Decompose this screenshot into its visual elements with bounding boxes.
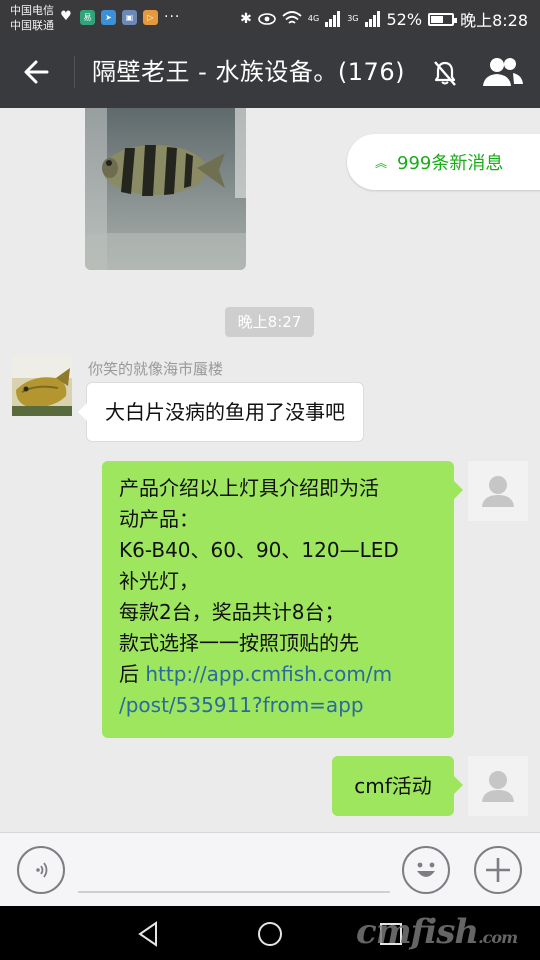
nav-home-button[interactable] [255, 919, 285, 949]
my-avatar[interactable] [468, 461, 528, 521]
message-line: 每款2台，奖品共计8台； [119, 600, 345, 624]
message-line: 款式选择一一按照顶贴的先 [119, 631, 359, 655]
notification-icons: ♥ 易 ➤ ▣ ▷ ··· [58, 9, 180, 25]
app-notification-icon-2: ▣ [122, 9, 137, 25]
more-actions-button[interactable] [474, 846, 522, 894]
network-type-3g: 3G [347, 14, 359, 23]
voice-icon [36, 862, 48, 878]
more-notifications-icon: ··· [164, 9, 181, 25]
default-avatar-icon [482, 476, 514, 507]
message-timestamp: 晚上8:27 [225, 307, 314, 337]
app-notification-icon: 易 [80, 9, 95, 25]
eye-icon [258, 13, 276, 25]
voice-input-button[interactable] [17, 846, 65, 894]
plus-icon [486, 858, 510, 882]
new-messages-label: 999条新消息 [397, 153, 504, 174]
message-link-line: 后 http://app.cmfish.com/m [119, 659, 440, 690]
carrier-info: 中国电信 中国联通 [10, 3, 54, 33]
message-text: 后 [119, 662, 146, 686]
carrier-2: 中国联通 [10, 19, 54, 32]
message-input[interactable] [78, 891, 390, 893]
group-members-icon [483, 58, 523, 86]
incoming-message-bubble[interactable]: 大白片没病的鱼用了没事吧 [78, 382, 364, 442]
outgoing-message-bubble[interactable]: 产品介绍以上灯具介绍即为活 动产品： K6-B40、60、90、120—LED … [102, 461, 463, 738]
health-icon: ♥ [60, 9, 72, 24]
chat-header: 隔壁老王 - 水族设备。(176) [0, 36, 540, 108]
video-app-icon: ▷ [143, 9, 158, 25]
carrier-1: 中国电信 [10, 4, 54, 17]
bluetooth-icon: ✱ [240, 11, 252, 27]
wifi-icon [282, 11, 302, 24]
message-line: 补光灯， [119, 569, 199, 593]
nav-back-button[interactable] [134, 919, 164, 949]
watermark-suffix: .com [478, 928, 518, 947]
fish-image-message[interactable] [85, 108, 246, 270]
nav-home-icon [258, 922, 282, 946]
post-link[interactable]: http://app.cmfish.com/m [145, 662, 392, 686]
sender-avatar[interactable] [12, 356, 72, 416]
watermark: cmfish.com [356, 912, 518, 952]
chat-title: 隔壁老王 - 水族设备。(176) [92, 58, 405, 86]
system-nav-bar: cmfish.com [0, 906, 540, 960]
message-list[interactable]: ︽ 999条新消息 晚上8:27 你笑的就像海市蜃楼 大白片没病的鱼用了没事吧 … [0, 108, 540, 832]
input-bar [0, 832, 540, 906]
new-messages-button[interactable]: ︽ 999条新消息 [347, 134, 540, 190]
back-arrow-icon [24, 60, 49, 84]
emoji-button[interactable] [402, 846, 450, 894]
system-status: ✱ 4G 3G 52% 晚上8:28 [240, 7, 528, 31]
message-line: K6-B40、60、90、120—LED [119, 538, 399, 562]
status-bar: 中国电信 中国联通 ♥ 易 ➤ ▣ ▷ ··· ✱ 4G 3G 52% 晚上8:… [0, 0, 540, 36]
group-info-button[interactable] [480, 54, 526, 90]
double-chevron-up-icon: ︽ [375, 155, 388, 170]
battery-icon [428, 12, 458, 26]
telegram-icon: ➤ [101, 9, 116, 25]
back-button[interactable] [18, 54, 54, 90]
message-line: 动产品： [119, 507, 199, 531]
clock: 晚上8:28 [460, 11, 528, 30]
battery-level [431, 15, 443, 23]
signal-icon-2 [364, 11, 380, 27]
signal-icon-1 [325, 11, 341, 27]
my-avatar-2[interactable] [468, 756, 528, 816]
outgoing-message-bubble-2[interactable]: cmf活动 [332, 756, 463, 816]
watermark-text: cmfish [356, 912, 479, 952]
nav-back-icon [138, 921, 157, 947]
fish-photo [85, 108, 246, 270]
arowana-avatar-icon [12, 356, 72, 416]
emoji-icon [417, 862, 435, 877]
default-avatar-icon [482, 771, 514, 802]
message-line: 产品介绍以上灯具介绍即为活 [119, 476, 379, 500]
post-link-continued[interactable]: /post/535911?from=app [119, 690, 440, 721]
sender-name: 你笑的就像海市蜃楼 [88, 360, 224, 378]
mute-bell-icon [434, 61, 456, 86]
battery-percent: 52% [386, 9, 423, 29]
network-type-4g: 4G [307, 14, 320, 23]
header-divider [74, 56, 75, 88]
